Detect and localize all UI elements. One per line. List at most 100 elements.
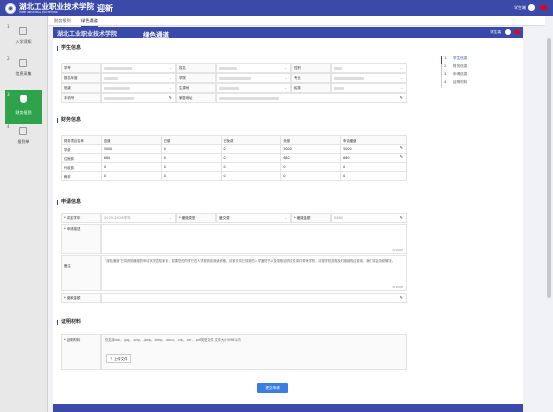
section-apply-title: 申请信息 bbox=[57, 200, 81, 205]
tab-bar: 财务报到 绿色通道 bbox=[48, 16, 553, 27]
step-label: 报到单 bbox=[17, 139, 30, 144]
finance-cell: 0 bbox=[280, 171, 342, 181]
table-row: 教材 0 0 0 0 0 bbox=[61, 171, 407, 181]
student-phone-field[interactable]: ✎ bbox=[101, 93, 176, 103]
student-origin-field[interactable]: ⌄ bbox=[216, 83, 291, 93]
avatar[interactable] bbox=[528, 4, 535, 11]
nav-item-finance[interactable]: 2. 财务信息 bbox=[441, 64, 501, 72]
section-student-title: 学生信息 bbox=[57, 46, 81, 51]
student-address-field[interactable]: ✎ bbox=[216, 93, 407, 103]
footer-bar bbox=[53, 404, 523, 412]
finance-cell: 0 bbox=[160, 171, 222, 181]
finance-cell: 680 bbox=[280, 153, 342, 163]
scrollbar-thumb[interactable] bbox=[547, 38, 551, 298]
step-item-4[interactable]: 4 报到单 bbox=[5, 122, 42, 150]
user-label: 学生端 bbox=[514, 4, 526, 10]
step-label: 信息采集 bbox=[15, 71, 32, 76]
apply-desc-label: * 申请描述 bbox=[61, 224, 101, 254]
student-ethnicity-field[interactable]: ⌄ bbox=[331, 83, 407, 93]
table-row: 住宿费 680 0 0 680 680 ✎ bbox=[61, 153, 407, 163]
main-form: 学生信息 学号 ⌄ 姓名 ⌄ 性别 ⌄ 报名年度 ⌄ 学院 ⌄ 专业 ⌄ 班级 … bbox=[53, 38, 523, 412]
student-name-field[interactable]: ⌄ bbox=[216, 63, 291, 73]
nav-item-proof[interactable]: 4. 证明材料 bbox=[441, 80, 501, 88]
apply-amount-field[interactable]: 5680 ✎ bbox=[331, 213, 407, 223]
pay-amount-field[interactable]: ✎ bbox=[101, 293, 407, 303]
student-id-field[interactable]: ⌄ bbox=[101, 63, 176, 73]
finance-cell: 0 bbox=[220, 171, 282, 181]
finance-cell: 教材 bbox=[61, 171, 102, 181]
submit-application-button[interactable]: 提交申请 bbox=[257, 383, 288, 393]
finance-header: 申请缓缴 bbox=[340, 135, 407, 145]
upload-button[interactable]: ⇡ 上传文件 bbox=[106, 354, 132, 363]
apply-amount-value: 5680 bbox=[334, 216, 344, 220]
inner-school-name: 湖北工业职业技术学院 bbox=[57, 31, 118, 38]
apply-year-select[interactable]: 2025-2026学年 ⌄ bbox=[101, 213, 176, 223]
nav-item-apply[interactable]: 3. 申请信息 bbox=[441, 72, 501, 80]
upload-icon: ⇡ bbox=[110, 357, 113, 361]
deferral-input[interactable]: 680 ✎ bbox=[340, 153, 407, 163]
school-emblem-icon: ◉ bbox=[5, 2, 16, 14]
document-icon bbox=[19, 127, 27, 135]
section-proof-title: 证明材料 bbox=[57, 320, 81, 325]
user-menu[interactable]: 学生端 bbox=[514, 4, 535, 11]
student-gender-field[interactable]: ⌄ bbox=[331, 63, 407, 73]
step-item-1[interactable]: 1 入学须知 bbox=[5, 22, 42, 50]
edit-icon[interactable]: ✎ bbox=[400, 154, 403, 159]
finance-cell: 0 bbox=[100, 162, 162, 172]
student-label-phone: 手机号 bbox=[61, 93, 101, 103]
finance-table: 财务项目名称 应缴 已缴 已免费 未缴 申请缓缴 学费 5000 0 0 500… bbox=[61, 135, 407, 181]
school-name-cn: 湖北工业职业技术学院 bbox=[19, 1, 94, 11]
student-label-address: 家庭地址 bbox=[176, 93, 216, 103]
apply-type-select[interactable]: 缓交费 ⌄ bbox=[216, 213, 291, 223]
student-college-field[interactable]: ⌄ bbox=[216, 73, 291, 83]
step-label: 财务报到 bbox=[15, 110, 32, 115]
apply-year-label: * 评定学年 bbox=[61, 213, 101, 223]
finance-header: 已免费 bbox=[220, 135, 282, 145]
apply-year-value: 2025-2026学年 bbox=[104, 216, 131, 220]
remark-textarea[interactable]: "绿色通道"已将资助缓缴的申请状况告知家长，如果您的同学已在人学报到前就读资格，… bbox=[101, 255, 407, 291]
edit-icon[interactable]: ✎ bbox=[400, 145, 403, 150]
step-item-3[interactable]: 3 财务报到 bbox=[5, 90, 42, 124]
finance-cell: 0 bbox=[220, 153, 282, 163]
section-finance-title: 财务信息 bbox=[57, 118, 81, 123]
student-label-origin: 生源地 bbox=[176, 83, 216, 93]
step-item-2[interactable]: 2 信息采集 bbox=[5, 54, 42, 82]
student-year-field[interactable]: ⌄ bbox=[101, 73, 176, 83]
step-sidebar: 1 入学须知 2 信息采集 3 财务报到 4 报到单 bbox=[0, 16, 48, 412]
app-title: 迎新 bbox=[97, 3, 113, 13]
clipboard-icon bbox=[19, 27, 27, 35]
step-number: 3 bbox=[7, 92, 10, 97]
school-name: 湖北工业职业技术学院 HUBEI INDUSTRIAL POLYTECHNIC bbox=[19, 1, 94, 14]
remark-text: "绿色通道"已将资助缓缴的申请状况告知家长，如果您的同学已在人学报到前就读资格，… bbox=[105, 259, 395, 263]
proof-label: * 证明材料 bbox=[61, 334, 101, 370]
shield-icon bbox=[20, 95, 27, 103]
nav-item-student[interactable]: 1. 学生信息 bbox=[441, 56, 501, 64]
inner-user-label[interactable]: 学生端 bbox=[490, 30, 501, 35]
step-number: 1 bbox=[7, 24, 10, 29]
student-label-gender: 性别 bbox=[291, 63, 331, 73]
upload-label: 上传文件 bbox=[113, 357, 128, 361]
student-class-field[interactable]: ⌄ bbox=[101, 83, 176, 93]
student-major-field[interactable]: ⌄ bbox=[331, 73, 407, 83]
deferral-value: 680 bbox=[343, 156, 350, 160]
finance-cell: 0 bbox=[160, 162, 222, 172]
apply-desc-textarea[interactable]: 0/1000 bbox=[101, 224, 407, 254]
char-counter: 0/1000 bbox=[392, 248, 403, 252]
tab-green-channel[interactable]: 绿色通道 bbox=[81, 18, 98, 27]
finance-cell: 0 bbox=[160, 153, 222, 163]
scrollbar[interactable] bbox=[545, 16, 553, 412]
finance-cell: 5000 bbox=[280, 144, 342, 154]
inner-avatar[interactable] bbox=[505, 29, 511, 35]
proof-upload-area: 仅支持doc，.jpg，.png，.jpeg，.bmp，.docx，.zip，.… bbox=[101, 334, 407, 370]
inner-header: 湖北工业职业技术学院 绿色通道 学生端 bbox=[53, 27, 523, 39]
school-logo: ◉ 湖北工业职业技术学院 HUBEI INDUSTRIAL POLYTECHNI… bbox=[5, 2, 113, 14]
finance-cell: 680 bbox=[100, 153, 162, 163]
finance-cell: 0 bbox=[340, 171, 407, 181]
student-label-major: 专业 bbox=[291, 73, 331, 83]
pay-label: * 缴款金额 bbox=[61, 293, 101, 303]
tab-finance[interactable]: 财务报到 bbox=[54, 18, 71, 24]
char-counter: 0/1000 bbox=[392, 285, 403, 289]
deferral-input[interactable]: 5000 ✎ bbox=[340, 144, 407, 154]
finance-cell: 5000 bbox=[100, 144, 162, 154]
upload-hint: 仅支持doc，.jpg，.png，.jpeg，.bmp，.docx，.zip，.… bbox=[105, 338, 241, 342]
